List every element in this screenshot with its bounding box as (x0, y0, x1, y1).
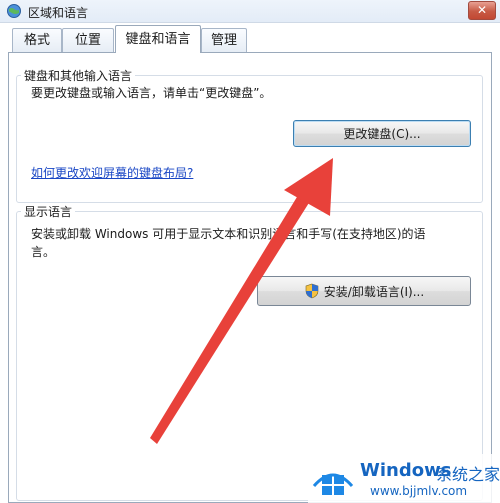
tab-panel: 键盘和其他输入语言 要更改键盘或输入语言，请单击“更改键盘”。 更改键盘(C).… (8, 52, 492, 503)
install-uninstall-languages-button[interactable]: 安装/卸载语言(I)... (257, 276, 471, 306)
windows-logo-icon (312, 473, 354, 495)
tab-label: 格式 (23, 33, 50, 48)
title-bar[interactable]: 区域和语言 ✕ (0, 0, 500, 23)
tab-label: 管理 (210, 33, 237, 48)
display-language-description-line2: 言。 (31, 245, 56, 259)
display-language-description-line1: 安装或卸载 Windows 可用于显示文本和识别语言和手写(在支持地区)的语 (31, 227, 426, 241)
keyboard-layout-help-link[interactable]: 如何更改欢迎屏幕的键盘布局? (31, 164, 193, 181)
display-language-legend: 显示语言 (21, 203, 76, 220)
watermark: Windows 系统之家 www.bjjmlv.com (308, 454, 500, 503)
uac-shield-icon (305, 283, 319, 299)
keyboard-group: 键盘和其他输入语言 要更改键盘或输入语言，请单击“更改键盘”。 更改键盘(C).… (16, 67, 483, 203)
close-icon: ✕ (476, 3, 488, 17)
globe-icon (7, 4, 21, 18)
tab-keyboards-and-languages[interactable]: 键盘和语言 (115, 25, 201, 53)
tab-administrative[interactable]: 管理 (201, 28, 247, 52)
watermark-url: www.bjjmlv.com (370, 484, 468, 498)
change-keyboard-label: 更改键盘(C)... (343, 127, 421, 141)
dialog-body: 格式 位置 键盘和语言 管理 键盘和其他输入语言 要更改键盘或输入语言，请单击“… (8, 25, 492, 503)
tab-formats[interactable]: 格式 (12, 28, 62, 52)
close-button[interactable]: ✕ (468, 1, 496, 20)
watermark-site-name: 系统之家 (436, 465, 500, 484)
install-uninstall-languages-label: 安装/卸载语言(I)... (323, 284, 425, 299)
keyboard-description: 要更改键盘或输入语言，请单击“更改键盘”。 (31, 86, 272, 100)
tab-label: 键盘和语言 (125, 32, 191, 47)
tab-location[interactable]: 位置 (62, 28, 114, 52)
keyboard-group-legend: 键盘和其他输入语言 (21, 67, 136, 84)
window-title: 区域和语言 (28, 6, 89, 20)
change-keyboard-button[interactable]: 更改键盘(C)... (293, 120, 471, 147)
tab-label: 位置 (74, 33, 101, 48)
